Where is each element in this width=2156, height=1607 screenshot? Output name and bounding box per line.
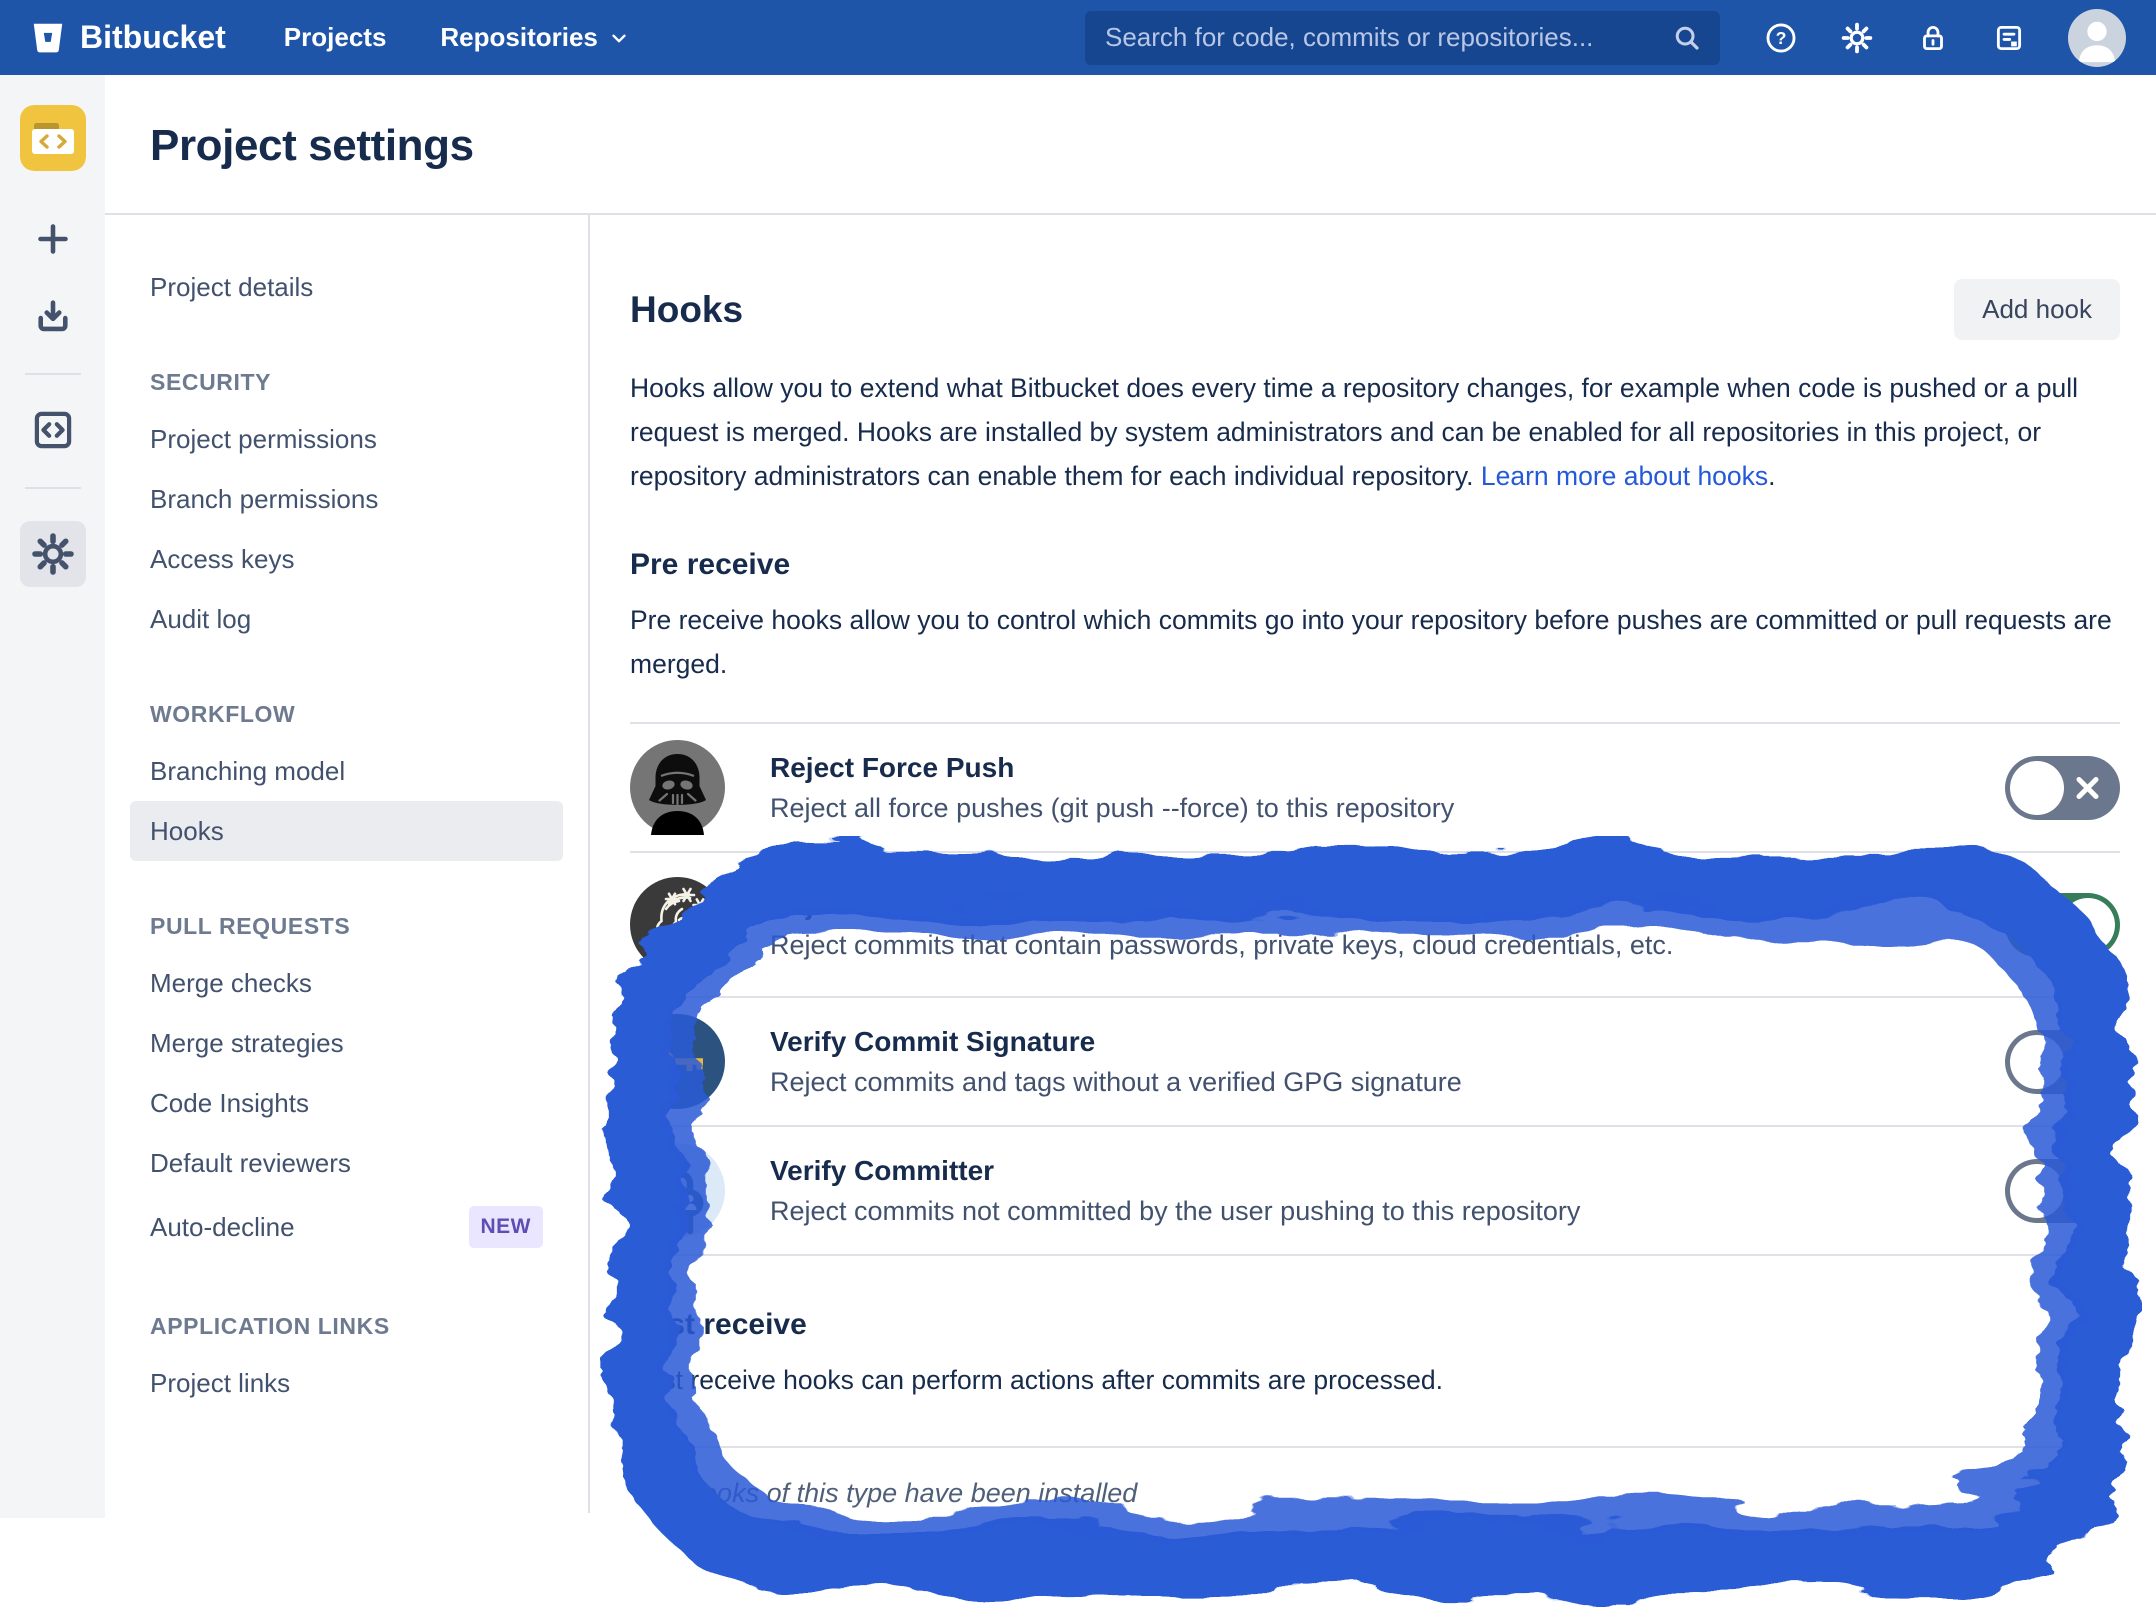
toggle-off[interactable] (2005, 1159, 2120, 1223)
section-title: Hooks (630, 289, 743, 331)
navbar-actions: ? (1764, 9, 2126, 67)
settings-gear-icon[interactable] (1840, 21, 1874, 55)
settings-nav-item-label: Branching model (150, 754, 345, 788)
brand-name: Bitbucket (80, 19, 226, 56)
settings-nav-item-audit-log[interactable]: Audit log (130, 589, 563, 649)
settings-nav-item-label: Code Insights (150, 1086, 309, 1120)
settings-nav-item-label: Merge strategies (150, 1026, 344, 1060)
nav-repositories[interactable]: Repositories (440, 22, 630, 53)
settings-nav-item-hooks[interactable]: Hooks (130, 801, 563, 861)
settings-nav-item-branching-model[interactable]: Branching model (130, 741, 563, 801)
code-snippet-icon[interactable] (30, 407, 76, 453)
sidebar-divider (25, 373, 81, 375)
settings-nav-item-label: Project permissions (150, 422, 377, 456)
settings-section-heading-pull-requests: PULL REQUESTS (150, 911, 543, 941)
settings-nav-item-label: Default reviewers (150, 1146, 351, 1180)
settings-nav-item-label: Access keys (150, 542, 295, 576)
settings-nav-item-label: Project links (150, 1366, 290, 1400)
settings-nav-item-project-details[interactable]: Project details (130, 257, 563, 317)
pre-receive-hooks-list: Reject Force Push Reject all force pushes… (630, 722, 2120, 1256)
search-icon (1672, 23, 1702, 53)
settings-nav-item-project-links[interactable]: Project links (130, 1353, 563, 1413)
page-title: Project settings (105, 75, 2156, 213)
hooks-intro: Hooks allow you to extend what Bitbucket… (630, 366, 2120, 498)
hook-description: Reject commits not committed by the user… (770, 1196, 1580, 1227)
settings-nav-item-label: Project details (150, 270, 313, 304)
feedback-icon[interactable] (1992, 21, 2026, 55)
bitbucket-bucket-icon (30, 20, 66, 56)
hook-title: Reject Vulnerable Commits (770, 889, 1673, 921)
global-search[interactable] (1085, 11, 1720, 65)
top-navbar: Bitbucket Projects Repositories ? (0, 0, 2156, 75)
nav-projects-label: Projects (284, 22, 387, 53)
hook-description: Reject all force pushes (git push --forc… (770, 793, 1454, 824)
settings-nav-item-auto-decline[interactable]: Auto-decline NEW (130, 1193, 563, 1261)
lock-icon[interactable] (1916, 21, 1950, 55)
pre-receive-description: Pre receive hooks allow you to control w… (630, 598, 2120, 686)
learn-more-link[interactable]: Learn more about hooks (1481, 461, 1768, 491)
new-badge: NEW (469, 1206, 544, 1248)
toggle-off[interactable] (2005, 1030, 2120, 1094)
add-hook-button[interactable]: Add hook (1954, 279, 2120, 340)
post-receive-empty-message: No hooks of this type have been installe… (645, 1478, 2120, 1509)
settings-section-heading-security: SECURITY (150, 367, 543, 397)
settings-section-heading-workflow: WORKFLOW (150, 699, 543, 729)
hooks-intro-text: Hooks allow you to extend what Bitbucket… (630, 373, 2078, 491)
nav-projects[interactable]: Projects (284, 22, 387, 53)
hook-description: Reject commits that contain passwords, p… (770, 930, 1673, 961)
clone-download-icon[interactable] (31, 295, 75, 339)
pre-receive-title: Pre receive (630, 548, 2120, 582)
commit-graph-user-icon (630, 1143, 725, 1238)
hook-texts: Verify Commit Signature Reject commits an… (770, 1026, 1462, 1098)
post-receive-divider (630, 1446, 2120, 1448)
face-stars-icon (630, 877, 725, 972)
settings-gear-icon[interactable] (20, 521, 86, 587)
bitbucket-logo[interactable]: Bitbucket (30, 19, 226, 56)
settings-nav-item-label: Auto-decline (150, 1210, 295, 1244)
settings-nav-item-label: Audit log (150, 602, 251, 636)
search-input[interactable] (1103, 21, 1662, 54)
settings-nav-item-branch-permissions[interactable]: Branch permissions (130, 469, 563, 529)
settings-section-heading-application-links: APPLICATION LINKS (150, 1311, 543, 1341)
nav-repositories-label: Repositories (440, 22, 598, 53)
hook-row-verify-committer: Verify Committer Reject commits not commi… (630, 1127, 2120, 1256)
hook-texts: Reject Vulnerable Commits Reject commits … (770, 889, 1673, 961)
hook-texts: Verify Committer Reject commits not commi… (770, 1155, 1580, 1227)
help-icon[interactable]: ? (1764, 21, 1798, 55)
main-panel: Hooks Add hook Hooks allow you to extend… (590, 215, 2156, 1513)
hook-row-reject-force-push: Reject Force Push Reject all force pushes… (630, 724, 2120, 853)
settings-nav-item-code-insights[interactable]: Code Insights (130, 1073, 563, 1133)
settings-nav: Project details SECURITY Project permissio… (105, 215, 590, 1513)
sidebar-divider (25, 487, 81, 489)
page-body: Project settings Project details SECURITY… (105, 75, 2156, 1513)
chevron-down-icon (608, 27, 630, 49)
settings-nav-item-merge-checks[interactable]: Merge checks (130, 953, 563, 1013)
app-sidebar (0, 75, 105, 1518)
hook-title: Reject Force Push (770, 752, 1454, 784)
svg-text:?: ? (1776, 28, 1787, 48)
toggle-off[interactable] (2005, 756, 2120, 820)
hook-texts: Reject Force Push Reject all force pushes… (770, 752, 1454, 824)
post-receive-title: Post receive (630, 1308, 2120, 1342)
post-receive-description: Post receive hooks can perform actions a… (630, 1358, 2120, 1402)
toggle-on[interactable] (2005, 893, 2120, 957)
hook-row-reject-vulnerable-commits: Reject Vulnerable Commits Reject commits … (630, 853, 2120, 998)
hook-row-verify-commit-signature: Verify Commit Signature Reject commits an… (630, 998, 2120, 1127)
settings-nav-item-access-keys[interactable]: Access keys (130, 529, 563, 589)
settings-nav-item-label: Hooks (150, 814, 224, 848)
create-plus-icon[interactable] (31, 217, 75, 261)
user-avatar[interactable] (2068, 9, 2126, 67)
hooks-intro-period: . (1768, 461, 1775, 491)
settings-nav-item-project-permissions[interactable]: Project permissions (130, 409, 563, 469)
hook-title: Verify Commit Signature (770, 1026, 1462, 1058)
hook-description: Reject commits and tags without a verifi… (770, 1067, 1462, 1098)
hook-title: Verify Committer (770, 1155, 1580, 1187)
gold-key-icon (630, 1014, 725, 1109)
settings-nav-item-label: Branch permissions (150, 482, 378, 516)
project-folder-avatar[interactable] (20, 105, 86, 171)
darth-vader-icon (630, 740, 725, 835)
settings-nav-item-label: Merge checks (150, 966, 312, 1000)
settings-nav-item-merge-strategies[interactable]: Merge strategies (130, 1013, 563, 1073)
settings-nav-item-default-reviewers[interactable]: Default reviewers (130, 1133, 563, 1193)
